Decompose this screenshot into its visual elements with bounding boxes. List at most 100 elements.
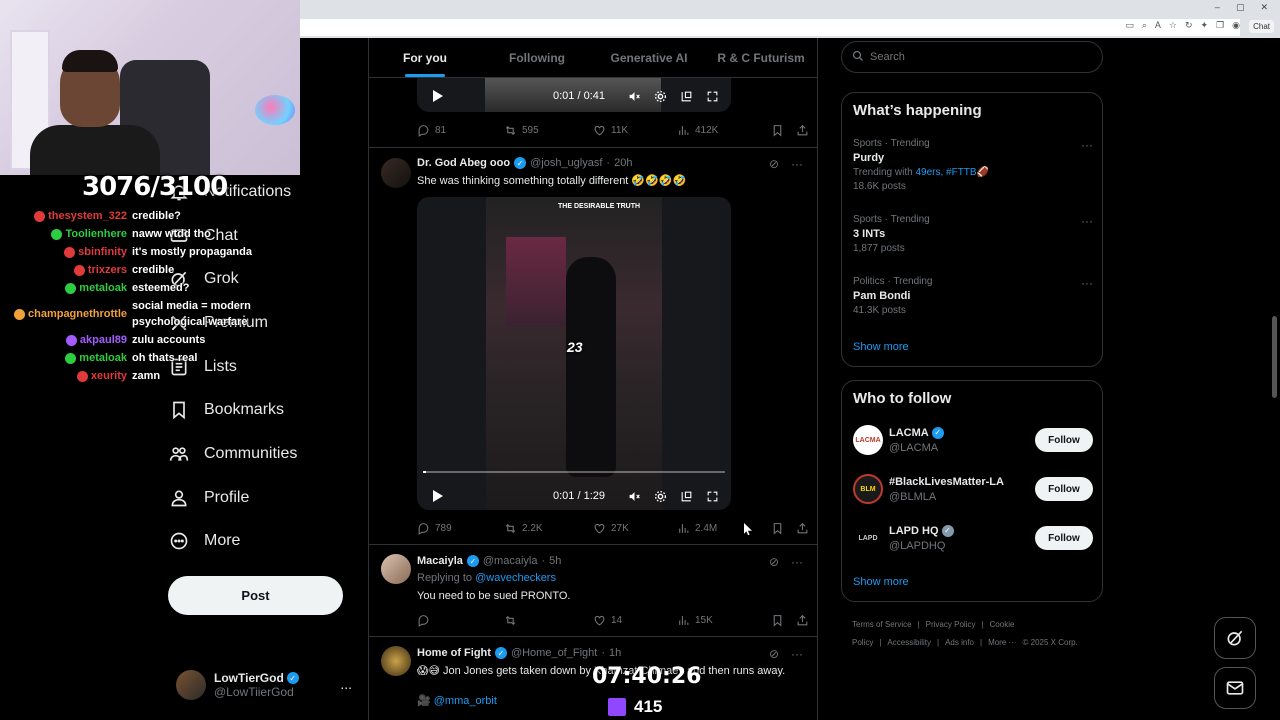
play-icon[interactable] <box>433 490 443 502</box>
grok-icon[interactable]: ⊘ <box>769 555 779 569</box>
like-button[interactable]: 27K <box>593 522 677 535</box>
mute-icon[interactable] <box>627 89 641 103</box>
footer-link[interactable]: More ··· <box>988 638 1016 647</box>
fullscreen-icon[interactable] <box>705 489 719 503</box>
tab-generative-ai[interactable]: Generative AI <box>593 38 705 77</box>
zoom-icon[interactable]: ⌕ <box>1142 20 1147 31</box>
extensions-icon[interactable]: ✦ <box>1201 20 1209 31</box>
repost-button[interactable] <box>504 614 593 627</box>
more-icon[interactable]: ··· <box>791 157 803 171</box>
messages-button[interactable] <box>1214 667 1256 709</box>
more-icon[interactable]: ··· <box>1081 138 1093 152</box>
tab-for-you[interactable]: For you <box>369 38 481 77</box>
pip-icon[interactable] <box>679 89 693 103</box>
reply-button[interactable]: 789 <box>417 522 504 535</box>
search-box[interactable] <box>841 41 1103 73</box>
account-switcher[interactable]: LowTierGod ✓ @LowTiierGod ... <box>176 668 356 702</box>
follow-suggestion[interactable]: BLM #BlackLivesMatter-LA @BLMLA Follow <box>853 472 1093 506</box>
favorite-icon[interactable]: ☆ <box>1169 20 1177 31</box>
share-button[interactable] <box>796 522 809 535</box>
video-progress[interactable] <box>423 471 725 473</box>
video-player[interactable]: 0:01 / 0:41 <box>417 78 731 112</box>
author-handle[interactable]: @macaiyla <box>483 555 538 567</box>
maximize-icon[interactable]: ▢ <box>1236 2 1245 13</box>
author-name[interactable]: Macaiyla <box>417 555 463 567</box>
grok-icon[interactable]: ⊘ <box>769 647 779 661</box>
tweet-time[interactable]: 1h <box>609 647 621 659</box>
like-button[interactable]: 14 <box>593 614 677 627</box>
follow-button[interactable]: Follow <box>1035 428 1093 452</box>
avatar[interactable] <box>381 554 411 584</box>
search-input[interactable] <box>870 51 1070 63</box>
tab-following[interactable]: Following <box>481 38 593 77</box>
settings-icon[interactable] <box>653 89 667 103</box>
tweet-time[interactable]: 20h <box>614 157 632 169</box>
more-icon[interactable]: ··· <box>1081 276 1093 290</box>
minimize-icon[interactable]: – <box>1215 2 1220 13</box>
like-button[interactable]: 11K <box>593 124 677 137</box>
repost-button[interactable]: 595 <box>504 124 593 137</box>
tab-rc-futurism[interactable]: R & C Futurism <box>705 38 817 77</box>
mute-icon[interactable] <box>627 489 641 503</box>
nav-item-profile[interactable]: Profile <box>168 476 358 520</box>
trend-item[interactable]: Sports · Trending Purdy Trending with 49… <box>853 138 1093 192</box>
footer-link[interactable]: © 2025 X Corp. <box>1023 638 1078 647</box>
avatar[interactable] <box>381 646 411 676</box>
follow-suggestion[interactable]: LAPD LAPD HQ ✓ @LAPDHQ Follow <box>853 521 1093 555</box>
nav-item-communities[interactable]: Communities <box>168 432 358 476</box>
footer-link[interactable]: Accessibility <box>887 638 931 647</box>
grok-button[interactable] <box>1214 617 1256 659</box>
video-player[interactable]: THE DESIRABLE TRUTH 23 0:01 / 1:29 <box>417 197 731 510</box>
more-icon[interactable]: ··· <box>1081 214 1093 228</box>
follow-suggestion[interactable]: LACMA LACMA ✓ @LACMA Follow <box>853 423 1093 457</box>
trend-item[interactable]: Sports · Trending 3 INTs 1,877 posts ··· <box>853 214 1093 254</box>
author-name[interactable]: Dr. God Abeg ooo <box>417 157 510 169</box>
play-icon[interactable] <box>433 90 443 102</box>
more-icon[interactable]: ··· <box>791 647 803 661</box>
author-handle[interactable]: @Home_of_Fight <box>511 647 597 659</box>
tweet-time[interactable]: 5h <box>549 555 561 567</box>
reply-button[interactable] <box>417 614 504 627</box>
reply-button[interactable]: 81 <box>417 124 504 137</box>
footer-link[interactable]: Ads info <box>945 638 974 647</box>
author-handle[interactable]: @josh_uglyasf <box>530 157 602 169</box>
more-icon[interactable]: ··· <box>791 555 803 569</box>
refresh-icon[interactable]: ↻ <box>1185 20 1193 31</box>
views-button[interactable]: 412K <box>677 124 757 137</box>
trend-item[interactable]: Politics · Trending Pam Bondi 41.3K post… <box>853 276 1093 316</box>
share-button[interactable] <box>796 124 809 137</box>
avatar[interactable] <box>381 158 411 188</box>
bookmark-button[interactable] <box>771 614 784 627</box>
post-button[interactable]: Post <box>168 576 343 615</box>
page-scrollbar[interactable] <box>1270 38 1280 720</box>
grok-icon[interactable]: ⊘ <box>769 157 779 171</box>
address-bar[interactable] <box>300 19 1240 36</box>
pip-icon[interactable] <box>679 489 693 503</box>
author-name[interactable]: Home of Fight <box>417 647 491 659</box>
share-button[interactable] <box>796 614 809 627</box>
bookmark-button[interactable] <box>771 124 784 137</box>
collections-icon[interactable]: ❐ <box>1216 20 1224 31</box>
copilot-chat-button[interactable]: Chat <box>1249 20 1274 33</box>
nav-item-more[interactable]: More <box>168 520 358 564</box>
more-icon[interactable]: ... <box>340 676 352 692</box>
chat-text: zulu accounts <box>132 334 206 346</box>
mention-link[interactable]: @mma_orbit <box>434 695 497 707</box>
bookmark-button[interactable] <box>771 522 784 535</box>
follow-button[interactable]: Follow <box>1035 477 1093 501</box>
footer-link[interactable]: Terms of Service <box>852 620 912 629</box>
fullscreen-icon[interactable] <box>705 89 719 103</box>
reply-to-handle[interactable]: @wavecheckers <box>475 572 556 584</box>
show-more-link[interactable]: Show more <box>853 341 909 353</box>
views-button[interactable]: 15K <box>677 614 757 627</box>
show-more-link[interactable]: Show more <box>853 576 909 588</box>
footer-link[interactable]: Privacy Policy <box>926 620 976 629</box>
follow-button[interactable]: Follow <box>1035 526 1093 550</box>
font-size-icon[interactable]: A <box>1155 20 1161 31</box>
repost-button[interactable]: 2.2K <box>504 522 593 535</box>
profile-icon[interactable]: ◉ <box>1232 20 1240 31</box>
reader-icon[interactable]: ▭ <box>1125 20 1134 31</box>
close-icon[interactable]: ✕ <box>1260 2 1268 13</box>
settings-icon[interactable] <box>653 489 667 503</box>
nav-item-bookmarks[interactable]: Bookmarks <box>168 388 358 432</box>
